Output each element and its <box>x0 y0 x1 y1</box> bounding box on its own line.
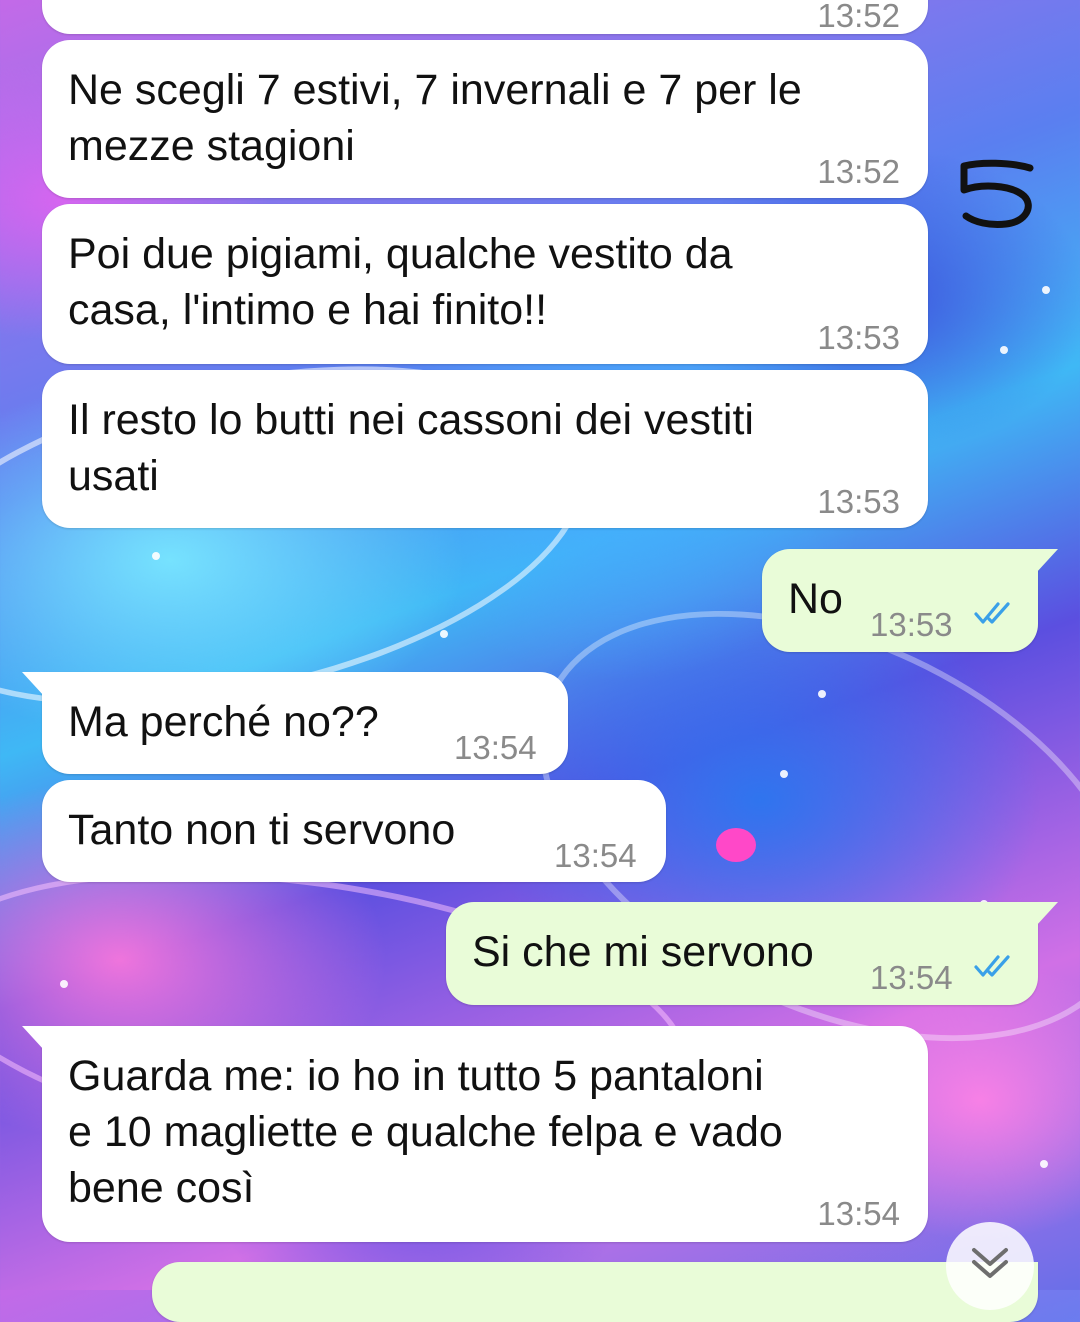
sparkle <box>440 630 448 638</box>
message-line: mezze stagioni <box>68 122 355 170</box>
message-time: 13:54 <box>554 837 637 874</box>
message-line: bene così <box>68 1164 255 1212</box>
message-line: Si che mi servono <box>472 928 814 976</box>
message-line: e 10 magliette e qualche felpa e vado <box>68 1108 783 1156</box>
scroll-to-bottom-button[interactable] <box>946 1222 1034 1310</box>
double-check-icon <box>974 955 1010 977</box>
message-line: Ne scegli 7 estivi, 7 invernali e 7 per … <box>68 66 802 114</box>
message-bubble-outgoing[interactable]: Si che mi servono 13:54 <box>446 902 1058 1005</box>
sparkle <box>1000 346 1008 354</box>
message-bubble-partial[interactable]: 13:52 <box>42 0 928 34</box>
sparkle <box>60 980 68 988</box>
sparkle <box>1040 1160 1048 1168</box>
message-text: Il resto lo butti nei cassoni dei vestit… <box>68 392 754 504</box>
message-time: 13:53 <box>817 319 900 356</box>
message-bubble-incoming[interactable]: Guarda me: io ho in tutto 5 pantaloni e … <box>22 1026 928 1242</box>
message-line: casa, l'intimo e hai finito!! <box>68 286 548 334</box>
sparkle <box>818 690 826 698</box>
message-bubble-incoming[interactable]: Poi due pigiami, qualche vestito da casa… <box>42 204 928 364</box>
message-bubble-incoming[interactable]: Il resto lo butti nei cassoni dei vestit… <box>42 370 928 528</box>
message-time: 13:54 <box>870 959 953 996</box>
message-bubble-incoming[interactable]: Tanto non ti servono 13:54 <box>42 780 666 882</box>
message-text: Guarda me: io ho in tutto 5 pantaloni e … <box>68 1048 783 1216</box>
message-time: 13:53 <box>817 483 900 520</box>
bubble-tail <box>22 672 44 696</box>
message-text: Si che mi servono <box>472 924 814 980</box>
chevron-double-down-icon <box>972 1248 1008 1278</box>
message-line: Ma perché no?? <box>68 698 379 746</box>
sparkle <box>152 552 160 560</box>
message-text: Poi due pigiami, qualche vestito da casa… <box>68 226 733 338</box>
message-time: 13:54 <box>817 1195 900 1232</box>
sparkle <box>1042 286 1050 294</box>
message-time: 13:52 <box>817 153 900 190</box>
message-line: Il resto lo butti nei cassoni dei vestit… <box>68 396 754 444</box>
message-text: No <box>788 571 843 627</box>
message-line: Guarda me: io ho in tutto 5 pantaloni <box>68 1052 764 1100</box>
message-time: 13:52 <box>817 0 900 34</box>
message-bubble-incoming[interactable]: Ne scegli 7 estivi, 7 invernali e 7 per … <box>42 40 928 198</box>
handwritten-number-annotation <box>960 159 1034 228</box>
double-check-icon <box>974 602 1010 624</box>
message-time: 13:53 <box>870 606 953 643</box>
message-text: Ma perché no?? <box>68 694 379 750</box>
message-line: usati <box>68 452 159 500</box>
message-time: 13:54 <box>454 729 537 766</box>
message-line: Tanto non ti servono <box>68 806 456 854</box>
bubble-tail <box>22 1026 44 1050</box>
message-bubble-incoming[interactable]: Ma perché no?? 13:54 <box>22 672 568 774</box>
message-line: Poi due pigiami, qualche vestito da <box>68 230 733 278</box>
message-line: No <box>788 575 843 623</box>
background-glow <box>716 828 756 862</box>
sparkle <box>780 770 788 778</box>
message-text: Ne scegli 7 estivi, 7 invernali e 7 per … <box>68 62 802 174</box>
bubble-tail <box>1036 902 1058 926</box>
message-bubble-outgoing[interactable]: No 13:53 <box>762 549 1058 652</box>
message-text: Tanto non ti servono <box>68 802 455 858</box>
bubble-tail <box>1036 549 1058 573</box>
message-bubble-outgoing-partial[interactable] <box>152 1262 1038 1322</box>
